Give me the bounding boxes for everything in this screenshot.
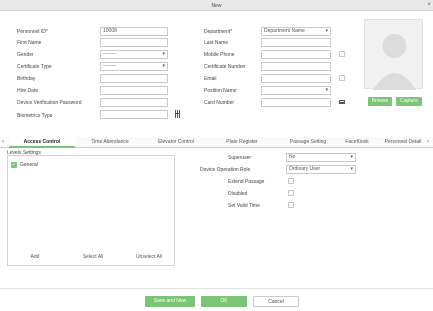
set-valid-time-label: Set Valid Time: [228, 203, 260, 209]
ok-button[interactable]: OK: [201, 296, 247, 307]
footer-divider: [0, 288, 433, 289]
certificate-number-label: Certificate Number: [204, 64, 246, 70]
biometrics-type-label: Biometrics Type: [17, 113, 53, 119]
tab-personnel-detail[interactable]: Personnel Detail: [380, 137, 426, 148]
birthday-label: Birthday: [17, 76, 36, 82]
level-general-label: General: [20, 162, 38, 168]
certificate-number-input[interactable]: [261, 62, 331, 71]
capture-button[interactable]: Capture: [396, 97, 422, 106]
first-name-input[interactable]: [100, 38, 168, 47]
photo-placeholder: [364, 19, 423, 90]
tab-bar: ‹ Access Control Time Attendance Elevato…: [0, 137, 433, 148]
tab-access-control[interactable]: Access Control: [9, 137, 75, 148]
tab-facekiosk[interactable]: FaceKiosk: [336, 137, 378, 148]
card-reader-icon[interactable]: [339, 99, 345, 105]
mobile-phone-input[interactable]: [261, 50, 331, 59]
biometrics-type-input[interactable]: [100, 110, 168, 119]
first-name-label: First Name: [17, 40, 42, 46]
fingerprint-icon[interactable]: [175, 110, 180, 118]
card-number-input[interactable]: [261, 98, 331, 107]
save-and-new-button[interactable]: Save and New: [145, 296, 195, 307]
birthday-input[interactable]: [100, 74, 168, 83]
unselect-all-button[interactable]: Unselect All: [122, 252, 176, 262]
superuser-select[interactable]: No: [286, 153, 356, 162]
add-button[interactable]: Add: [10, 252, 60, 262]
email-checkbox[interactable]: [339, 75, 345, 81]
levels-list: ✓ General: [7, 155, 175, 266]
position-name-select[interactable]: [261, 86, 331, 95]
tab-scroll-left-icon[interactable]: ‹: [2, 137, 4, 148]
email-input[interactable]: [261, 74, 331, 83]
browse-button[interactable]: Browse: [368, 97, 392, 106]
certificate-type-select[interactable]: --------: [100, 62, 168, 71]
position-name-label: Position Name: [204, 88, 237, 94]
tab-elevator-control[interactable]: Elevator Control: [144, 137, 208, 148]
device-operation-role-label: Device Operation Role: [200, 167, 251, 173]
device-operation-role-select[interactable]: Ordinary User: [286, 165, 356, 174]
close-icon[interactable]: ×: [427, 2, 431, 8]
device-verification-password-input[interactable]: [100, 98, 168, 107]
mobile-phone-label: Mobile Phone: [204, 52, 235, 58]
personnel-id-input[interactable]: 10008: [100, 27, 168, 36]
email-label: Email: [204, 76, 217, 82]
last-name-label: Last Name: [204, 40, 229, 46]
window-titlebar: New ×: [0, 0, 433, 11]
avatar-icon: [373, 34, 416, 90]
department-label: Department*: [204, 29, 233, 35]
set-valid-time-checkbox[interactable]: [288, 202, 294, 208]
tab-scroll-right-icon[interactable]: ›: [427, 137, 429, 148]
gender-select[interactable]: --------: [100, 50, 168, 59]
select-all-button[interactable]: Select All: [68, 252, 118, 262]
hire-date-input[interactable]: [100, 86, 168, 95]
last-name-input[interactable]: [261, 38, 331, 47]
tab-passage-setting[interactable]: Passage Setting: [276, 137, 340, 148]
gender-label: Gender: [17, 52, 34, 58]
device-verification-password-label: Device Verification Password: [17, 100, 82, 106]
disabled-checkbox[interactable]: [288, 190, 294, 196]
card-number-label: Card Number: [204, 100, 235, 106]
certificate-type-label: Certificate Type: [17, 64, 52, 70]
superuser-label: Superuser: [228, 155, 252, 161]
extend-passage-checkbox[interactable]: [288, 178, 294, 184]
disabled-label: Disabled: [228, 191, 248, 197]
extend-passage-label: Extend Passage: [228, 179, 265, 185]
cancel-button[interactable]: Cancel: [253, 296, 299, 307]
department-select[interactable]: Department Name: [261, 27, 331, 36]
tab-time-attendance[interactable]: Time Attendance: [78, 137, 142, 148]
mobile-phone-checkbox[interactable]: [339, 51, 345, 57]
level-general-checkbox[interactable]: ✓: [11, 162, 17, 168]
window-title: New: [211, 3, 222, 9]
tab-plate-register[interactable]: Plate Register: [210, 137, 274, 148]
personnel-id-label: Personnel ID*: [17, 29, 48, 35]
hire-date-label: Hire Date: [17, 88, 39, 94]
